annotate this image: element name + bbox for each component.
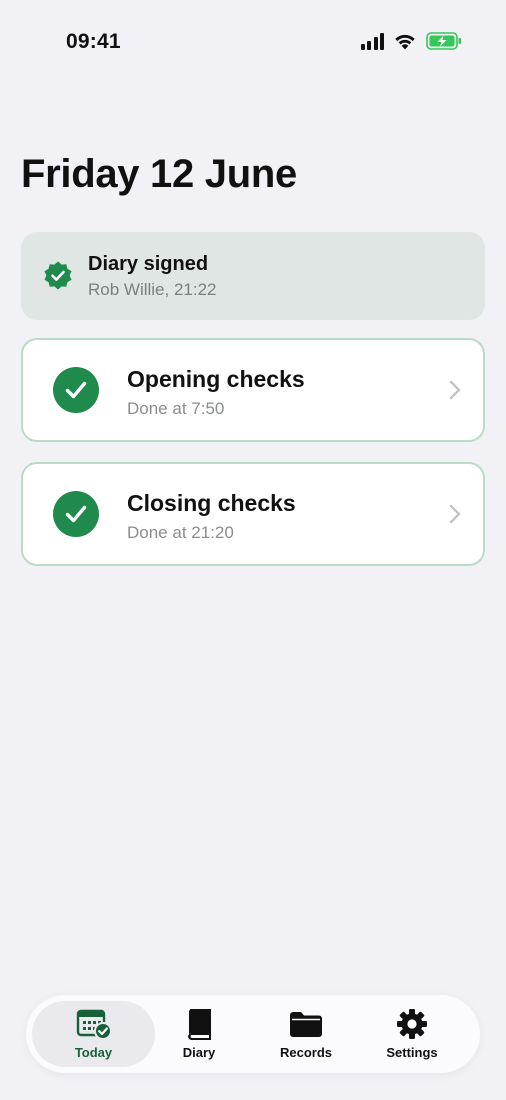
tab-records[interactable]: Records xyxy=(263,1001,349,1067)
battery-charging-icon xyxy=(426,32,461,50)
diary-signed-title: Diary signed xyxy=(88,253,209,275)
tab-label-settings: Settings xyxy=(386,1045,438,1060)
status-bar: 09:41 xyxy=(0,0,506,84)
folder-icon xyxy=(289,1008,323,1040)
diary-signed-subtitle: Rob Willie, 21:22 xyxy=(88,280,217,299)
tab-settings[interactable]: Settings xyxy=(372,1001,452,1067)
closing-checks-title: Closing checks xyxy=(127,490,296,516)
gear-icon xyxy=(396,1008,428,1040)
page-title: Friday 12 June xyxy=(21,152,297,196)
verified-badge-icon xyxy=(44,261,72,290)
opening-checks-subtitle: Done at 7:50 xyxy=(127,399,225,418)
tab-bar: Today Diary Records Settings xyxy=(26,995,480,1073)
tab-label-diary: Diary xyxy=(182,1045,216,1060)
wifi-icon xyxy=(395,34,415,50)
status-time: 09:41 xyxy=(66,30,121,53)
diary-signed-banner: Diary signed Rob Willie, 21:22 xyxy=(21,232,485,320)
screen: 09:41 Friday 12 June Diary signed Rob Wi… xyxy=(0,0,506,1100)
tab-label-records: Records xyxy=(279,1045,333,1060)
tab-today[interactable]: Today xyxy=(32,1001,155,1067)
cellular-signal-icon xyxy=(360,32,384,50)
closing-checks-card[interactable]: Closing checks Done at 21:20 xyxy=(21,462,485,566)
chevron-right-icon xyxy=(449,380,461,400)
chevron-right-icon xyxy=(449,504,461,524)
tab-diary[interactable]: Diary xyxy=(159,1001,239,1067)
opening-checks-title: Opening checks xyxy=(127,366,305,392)
closing-checks-subtitle: Done at 21:20 xyxy=(127,523,234,542)
status-icons xyxy=(360,30,463,52)
checkmark-circle-icon xyxy=(53,367,99,413)
tab-label-today: Today xyxy=(74,1045,113,1060)
checkmark-circle-icon xyxy=(53,491,99,537)
opening-checks-card[interactable]: Opening checks Done at 7:50 xyxy=(21,338,485,442)
calendar-check-icon xyxy=(76,1008,112,1040)
book-icon xyxy=(186,1008,212,1040)
